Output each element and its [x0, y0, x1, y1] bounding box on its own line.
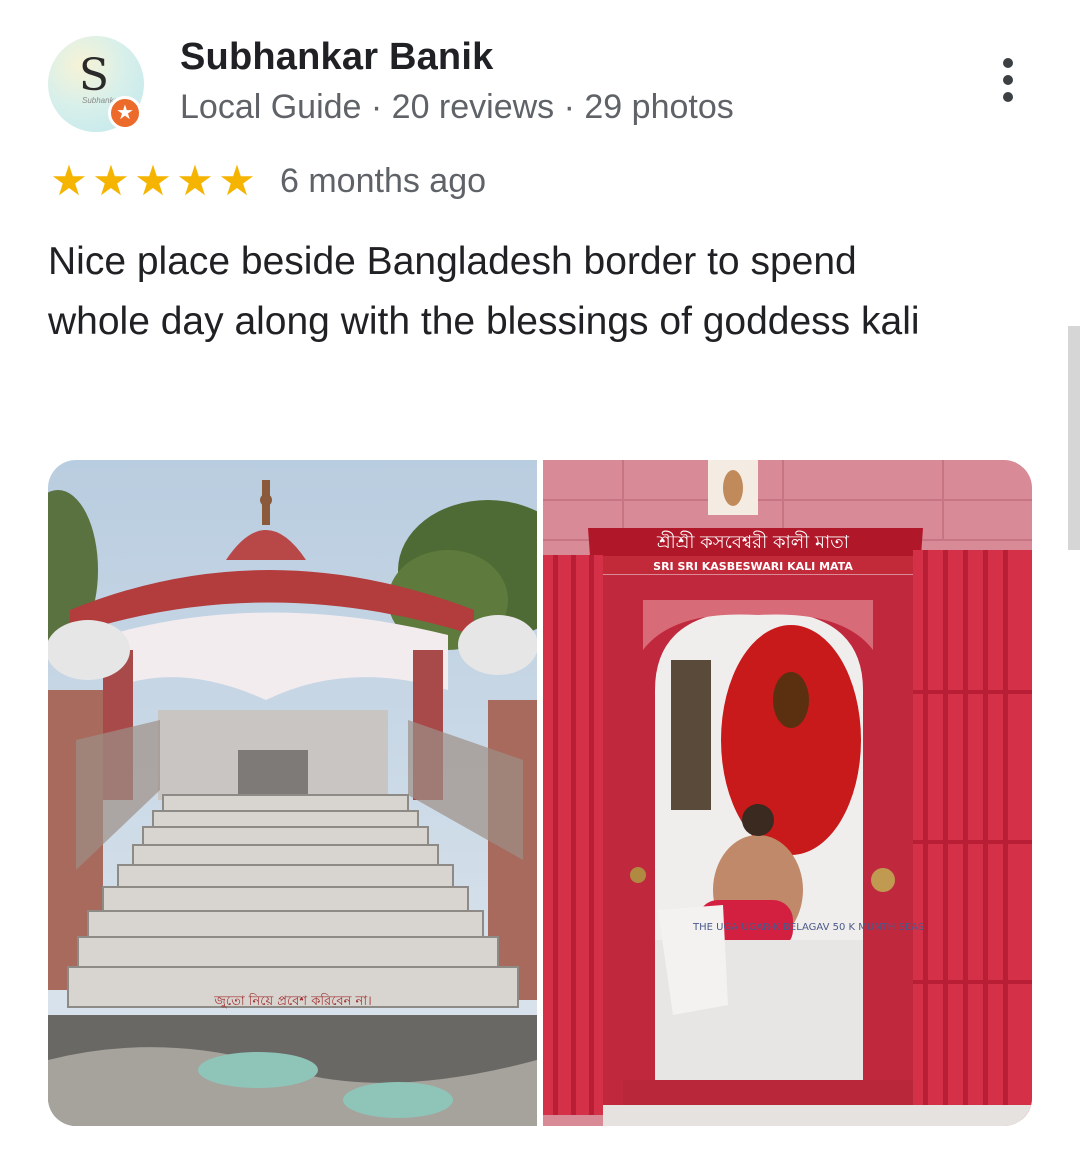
dot — [1003, 75, 1013, 85]
more-vertical-icon[interactable] — [988, 52, 1028, 108]
star-icon: ★ — [50, 157, 88, 204]
floor-text: জুতো নিয়ে প্রবেশ করিবেন না। — [213, 993, 371, 1009]
local-guide-star-icon: ★ — [108, 96, 142, 130]
review-photo-temple-entrance[interactable]: জুতো নিয়ে প্রবেশ করিবেন না। — [48, 460, 537, 1126]
dot — [1003, 58, 1013, 68]
star-icon: ★ — [218, 157, 256, 204]
sign-bengali: শ্রীশ্রী কসবেশ্বরী কালী মাতা — [656, 531, 850, 553]
star-rating: ★ ★ ★ ★ ★ — [48, 158, 258, 204]
sign-english: SRI SRI KASBESWARI KALI MATA — [653, 560, 853, 573]
star-icon: ★ — [134, 157, 172, 204]
star-icon: ★ — [176, 157, 214, 204]
scrollbar[interactable] — [1068, 326, 1080, 550]
review-time: 6 months ago — [280, 162, 487, 200]
bag-text: THE UGA UGAR-K BELAGAV 50 K MUNTH SEAS — [692, 922, 924, 933]
review-text: Nice place beside Bangladesh border to s… — [48, 240, 920, 343]
review-photo-shrine[interactable]: শ্রীশ্রী কসবেশ্বরী কালী মাতা SRI SRI KAS… — [543, 460, 1032, 1126]
dot — [1003, 92, 1013, 102]
avatar-letter: S — [78, 49, 110, 101]
reviewer-name[interactable]: Subhankar Banik — [180, 36, 493, 79]
reviewer-meta: Local Guide · 20 reviews · 29 photos — [180, 88, 734, 126]
star-icon: ★ — [92, 157, 130, 204]
